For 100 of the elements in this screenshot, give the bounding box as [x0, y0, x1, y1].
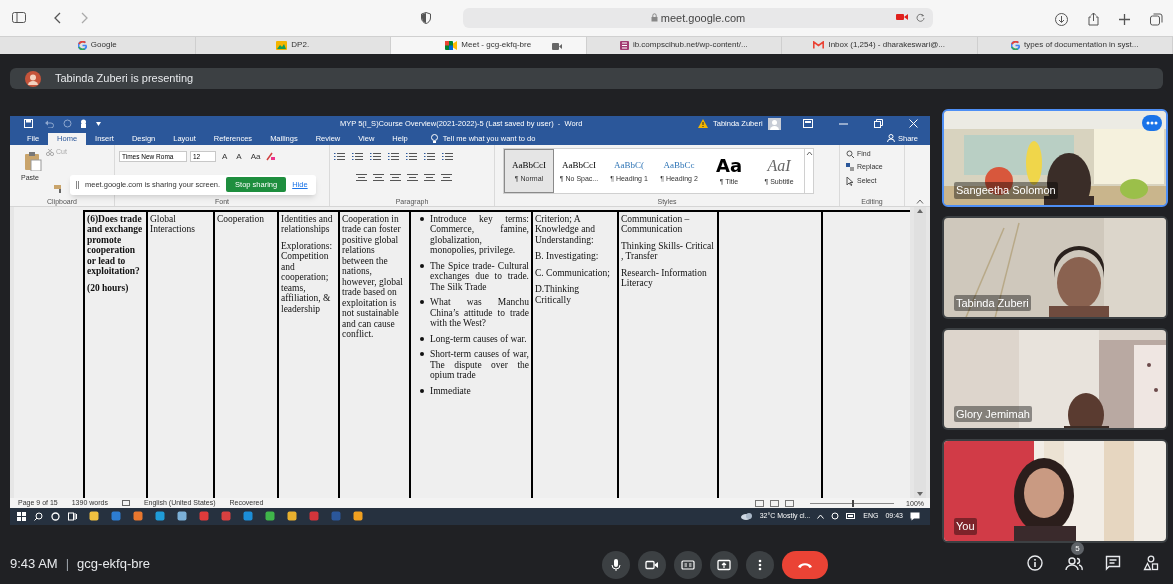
zoom-slider-thumb[interactable]: [852, 500, 855, 508]
present-button[interactable]: [710, 550, 738, 579]
customize-caret-icon[interactable]: [96, 121, 101, 126]
close-icon[interactable]: [909, 118, 918, 128]
style-preview: AaI: [767, 155, 791, 176]
activities-icon[interactable]: [1143, 554, 1159, 571]
sort-icon[interactable]: [424, 151, 435, 161]
chat-icon[interactable]: [1105, 554, 1121, 571]
user-avatar-icon[interactable]: [767, 117, 781, 130]
collapse-ribbon-icon[interactable]: [916, 198, 924, 204]
share-icon[interactable]: [1088, 12, 1099, 26]
photo-icon: [276, 40, 288, 50]
proofing-icon[interactable]: [121, 499, 130, 506]
microphone-button[interactable]: [602, 550, 630, 579]
battery-icon[interactable]: [846, 513, 857, 520]
camera-button[interactable]: [638, 550, 666, 579]
weather-cloud-icon: [740, 512, 753, 521]
back-icon[interactable]: [54, 11, 62, 24]
style-preview: AaBbC(: [614, 159, 644, 173]
web-layout-icon[interactable]: [785, 500, 795, 508]
present-icon: [717, 557, 731, 572]
borders-icon[interactable]: [441, 172, 452, 182]
reload-icon[interactable]: [916, 12, 925, 22]
captions-icon: [681, 557, 695, 572]
search-icon[interactable]: [34, 511, 43, 521]
address-bar[interactable]: meet.google.com: [463, 7, 933, 28]
app-icon[interactable]: [89, 511, 99, 522]
tabs-overview-icon[interactable]: [1150, 12, 1163, 26]
participant-name: Glory Jemimah: [954, 405, 1032, 423]
style-preview: Aa: [715, 155, 743, 176]
captions-button[interactable]: [674, 550, 702, 579]
meeting-code: gcg-ekfq-bre: [77, 554, 151, 573]
font-button[interactable]: A: [233, 150, 245, 163]
style-preview: AaBbCc: [663, 159, 695, 173]
people-icon[interactable]: [1065, 554, 1083, 571]
google-logo-icon: [77, 40, 87, 50]
start-icon[interactable]: [17, 511, 26, 521]
bullets-icon[interactable]: [334, 151, 345, 161]
replace-icon[interactable]: [846, 163, 854, 173]
app-icon[interactable]: [243, 511, 253, 522]
touch-mode-icon[interactable]: [79, 119, 88, 129]
bullet-icon: [420, 388, 424, 393]
more-options-button[interactable]: [746, 550, 774, 579]
multilevel-list-icon[interactable]: [370, 151, 381, 161]
drag-handle-icon[interactable]: [76, 180, 79, 189]
bullet-icon: [420, 263, 424, 268]
ribbon-display-icon[interactable]: [803, 118, 813, 128]
app-icon[interactable]: [133, 511, 143, 522]
table-cell-text: Criterion; A Knowledge and Understanding:: [535, 213, 596, 246]
app-icon[interactable]: [287, 511, 297, 522]
line-spacing-icon[interactable]: [407, 172, 418, 182]
undo-icon[interactable]: [45, 119, 54, 128]
download-icon[interactable]: [1055, 12, 1068, 26]
table-cell-text: The Spice trade- Cultural exchanges due to trade. The Silk Trade: [430, 260, 529, 293]
leave-call-button[interactable]: [782, 550, 828, 579]
browser-tab[interactable]: Meet - gcg-ekfq-bre: [391, 36, 587, 55]
increase-indent-icon[interactable]: [406, 151, 417, 161]
camera-icon[interactable]: [896, 13, 908, 22]
app-icon[interactable]: [155, 511, 165, 522]
table-cell-text: (20 hours): [87, 282, 130, 294]
app-icon[interactable]: [177, 511, 187, 522]
print-layout-icon[interactable]: [770, 500, 780, 508]
numbering-icon[interactable]: [352, 151, 363, 161]
chevron-up-icon[interactable]: [817, 513, 825, 519]
justify-icon[interactable]: [390, 172, 401, 182]
table-cell-text: D.Thinking Critically: [535, 284, 581, 306]
audio-icon[interactable]: [551, 42, 562, 50]
new-tab-icon[interactable]: [1119, 13, 1130, 25]
avatar-icon: [25, 70, 41, 87]
shield-icon[interactable]: [421, 11, 431, 24]
read-mode-icon[interactable]: [755, 500, 765, 508]
participant-name: You: [954, 518, 977, 535]
info-icon[interactable]: [1027, 554, 1043, 571]
mail-icon: [813, 41, 825, 50]
cortana-icon[interactable]: [51, 511, 60, 521]
pilcrow-icon[interactable]: [442, 151, 453, 161]
sidebar-icon[interactable]: [12, 12, 26, 24]
clear-formatting-icon[interactable]: [266, 152, 276, 162]
format-painter-icon[interactable]: [54, 184, 64, 193]
paste-icon[interactable]: [24, 150, 42, 171]
google-logo-icon: [1011, 40, 1021, 50]
align-center-icon[interactable]: [356, 172, 367, 182]
save-icon[interactable]: [24, 119, 33, 129]
notification-icon[interactable]: [910, 511, 920, 521]
shading-icon[interactable]: [424, 172, 435, 182]
table-cell-text: (6)Does trade and exchange promote cooperation or lead to exploitation?: [87, 213, 144, 277]
restore-icon[interactable]: [874, 118, 883, 128]
app-icon[interactable]: [353, 511, 363, 522]
lightbulb-icon: [430, 134, 438, 144]
task-view-icon[interactable]: [68, 511, 77, 521]
table-cell-text: Short-term causes of war, The dispute over the opium trade: [430, 349, 529, 381]
font-button[interactable]: Aa: [247, 150, 264, 163]
decrease-indent-icon[interactable]: [388, 151, 399, 161]
url-text: meet.google.com: [660, 10, 746, 26]
select-cursor-icon[interactable]: [846, 176, 854, 186]
vertical-scrollbar[interactable]: [914, 206, 926, 498]
app-icon[interactable]: [265, 511, 275, 522]
font-button[interactable]: A: [219, 150, 231, 163]
app-icon[interactable]: [111, 511, 121, 522]
align-right-icon[interactable]: [373, 172, 384, 182]
